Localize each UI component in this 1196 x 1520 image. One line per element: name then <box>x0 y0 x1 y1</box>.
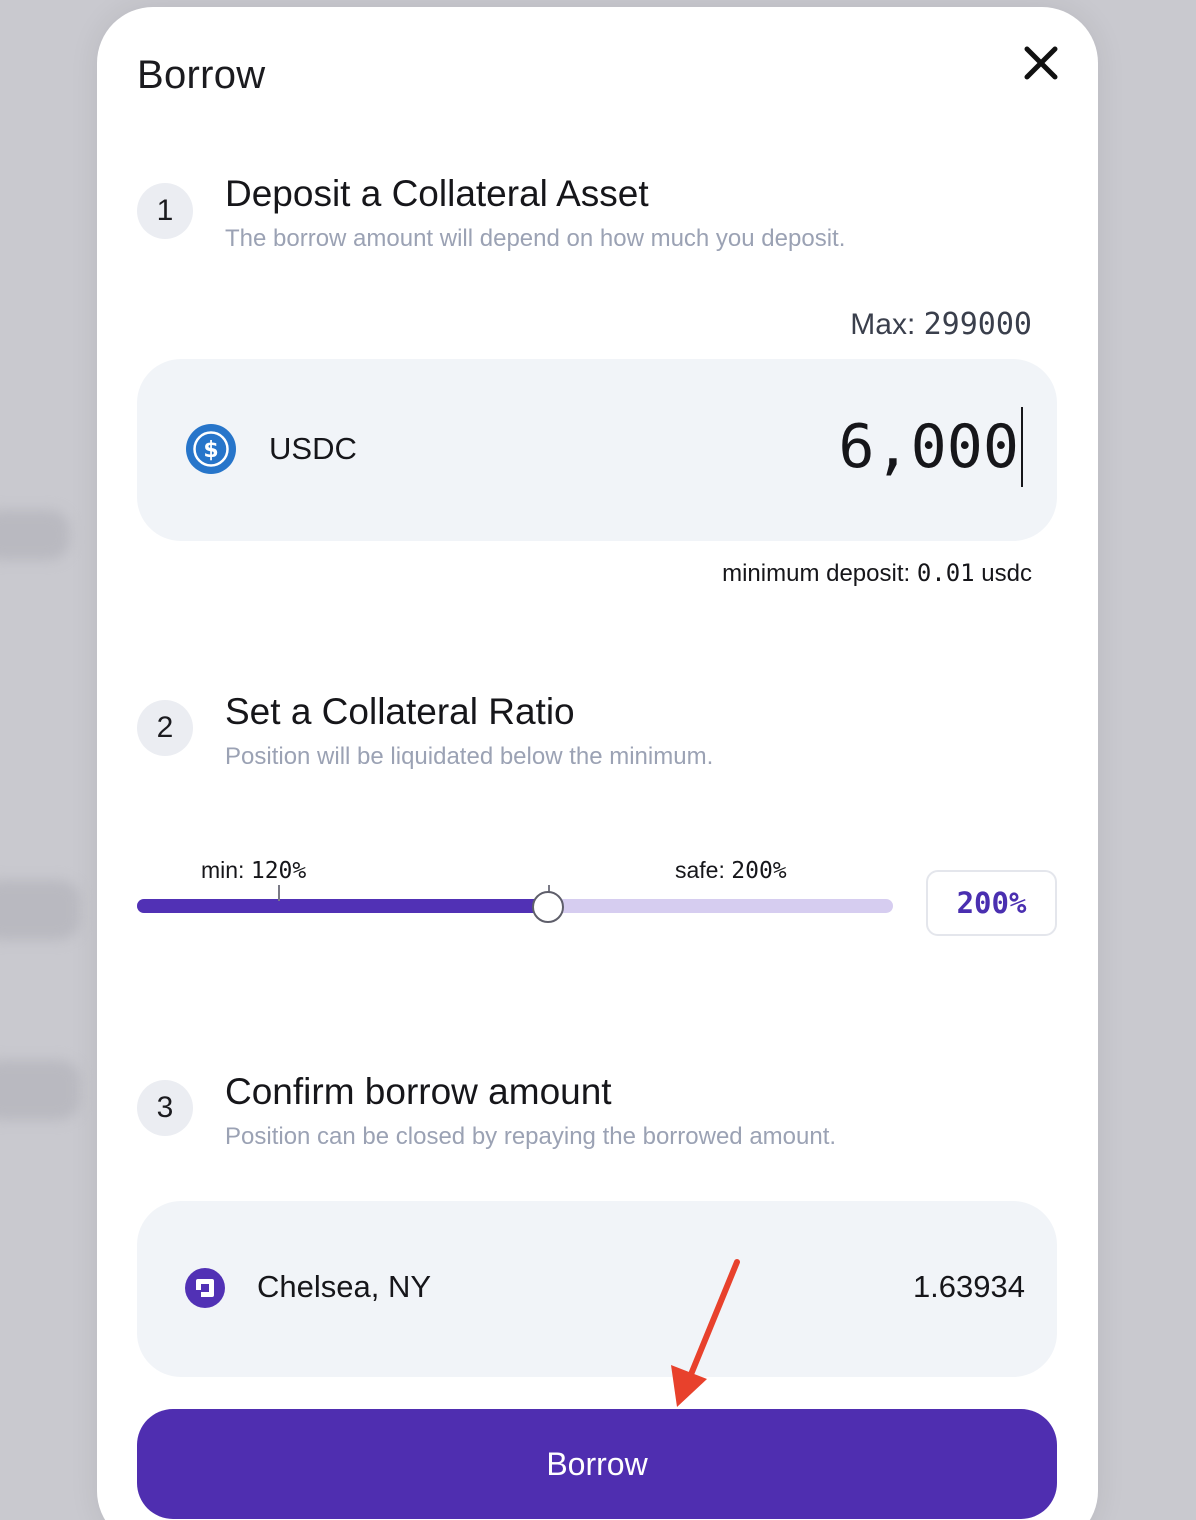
slider-safe-prefix: safe: <box>675 857 732 883</box>
max-value: 299000 <box>923 307 1032 342</box>
close-button[interactable] <box>1015 37 1067 89</box>
slider-min-tick <box>277 885 280 901</box>
borrow-button[interactable]: Borrow <box>137 1409 1057 1519</box>
slider-safe-value: 200% <box>731 858 787 884</box>
step-title-2: Set a Collateral Ratio <box>225 691 575 732</box>
ratio-value-input[interactable]: 200% <box>926 870 1057 936</box>
slider-safe-label: safe: 200% <box>675 857 787 884</box>
step-number-1: 1 <box>137 183 193 239</box>
borrow-amount-value: 1.63934 <box>912 1269 1025 1304</box>
background-blur <box>0 880 80 940</box>
annotation-arrow-icon <box>671 1259 740 1407</box>
close-icon <box>1024 46 1058 80</box>
slider-min-label: min: 120% <box>201 857 306 884</box>
step-title-3: Confirm borrow amount <box>225 1071 612 1112</box>
token-icon <box>185 1268 225 1308</box>
step-subtitle-3: Position can be closed by repaying the b… <box>225 1123 837 1150</box>
step-number-3: 3 <box>137 1080 193 1136</box>
min-deposit-value: 0.01 <box>916 559 975 587</box>
step-number-2: 2 <box>137 700 193 756</box>
slider-track[interactable] <box>137 899 893 913</box>
deposit-amount-input[interactable] <box>623 407 1023 487</box>
borrow-modal: Borrow 1 Deposit a Collateral Asset The … <box>97 7 1098 1520</box>
collateral-ratio-slider[interactable]: min: 120% safe: 200% <box>137 857 897 957</box>
borrow-amount-card: Chelsea, NY 1.63934 <box>137 1201 1057 1377</box>
max-label: Max: <box>850 308 924 341</box>
slider-min-value: 120% <box>250 858 307 884</box>
step-subtitle-2: Position will be liquidated below the mi… <box>225 743 714 770</box>
min-deposit-prefix: minimum deposit: <box>722 560 917 587</box>
step-subtitle-1: The borrow amount will depend on how muc… <box>225 225 846 252</box>
max-amount[interactable]: Max: 299000 <box>850 307 1032 342</box>
deposit-input-card: $ USDC <box>137 359 1057 541</box>
svg-text:$: $ <box>203 438 218 463</box>
borrow-asset-label: Chelsea, NY <box>257 1269 432 1304</box>
slider-thumb[interactable] <box>532 891 565 923</box>
background-blur <box>0 510 70 560</box>
modal-title: Borrow <box>137 53 266 97</box>
step-title-1: Deposit a Collateral Asset <box>225 173 649 214</box>
slider-min-prefix: min: <box>201 857 251 883</box>
asset-label: USDC <box>269 431 357 466</box>
min-deposit-note: minimum deposit: 0.01 usdc <box>722 559 1032 588</box>
usdc-icon: $ <box>186 424 236 474</box>
slider-fill <box>137 899 549 913</box>
background-blur <box>0 1060 80 1120</box>
min-deposit-suffix: usdc <box>974 560 1032 587</box>
